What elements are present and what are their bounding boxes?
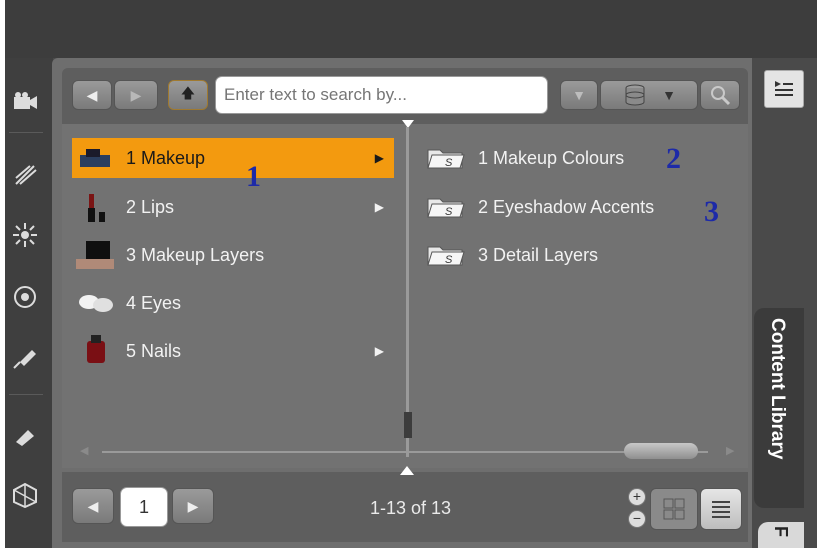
menu-list-icon [775,81,793,96]
magnifier-icon [711,86,731,106]
database-button[interactable]: ▼ [600,80,698,110]
chevron-right-icon: ▶ [374,344,384,358]
list-item[interactable]: 2 Lips ▶ [72,187,394,227]
chevron-down-icon: ▼ [662,87,676,103]
list-item-label: 1 Makeup Colours [478,147,625,168]
left-toolbar [5,58,53,548]
scroll-left-icon[interactable]: ◀ [80,444,88,457]
database-icon [625,84,645,106]
list-item-label: 4 Eyes [126,292,182,313]
camera-icon[interactable] [5,84,45,118]
forward-button[interactable]: ▶ [114,80,158,110]
item-count: 1-13 of 13 [370,498,452,518]
svg-text:S: S [445,157,453,169]
arrow-left-icon: ◀ [87,497,99,514]
arrow-up-icon: 🡅 [180,85,196,101]
zoom-out-icon[interactable]: − [628,510,646,528]
point-light-icon[interactable] [5,218,45,252]
tab-content-library[interactable]: Content Library [754,308,804,508]
primitive-icon[interactable] [5,478,45,512]
back-button[interactable]: ◀ [72,80,112,110]
list-item-label: 1 Makeup [126,147,206,168]
smart-folder-icon: S [427,149,465,169]
arrow-right-icon: ▶ [187,497,199,514]
list-item[interactable]: S 2 Eyeshadow Accents [426,187,736,227]
top-bar [5,0,817,58]
column-divider[interactable] [406,127,409,457]
horizontal-scrollbar[interactable]: ◀ ▶ [80,442,740,462]
chevron-right-icon: ▶ [374,151,384,165]
eyes-thumbnail [72,285,118,321]
tab-next[interactable]: F [758,522,804,548]
list-item-label: 2 Eyeshadow Accents [478,196,655,217]
vertical-scroll-thumb[interactable] [404,412,412,438]
environment-icon[interactable] [5,280,45,314]
splitter-up-icon[interactable] [400,466,414,475]
grid-view-icon [663,498,685,520]
prev-page-button[interactable]: ◀ [72,488,114,524]
arrow-left-icon: ◀ [86,86,98,103]
annotation-number: 2 [666,142,681,175]
spotlight-icon[interactable] [5,340,45,374]
list-item[interactable]: 5 Nails ▶ [72,331,394,371]
list-view-button[interactable] [700,488,742,530]
list-item[interactable]: 4 Eyes [72,283,394,323]
list-item-label: 3 Detail Layers [478,244,599,265]
chevron-down-icon: ▼ [572,87,586,103]
up-button[interactable]: 🡅 [168,80,208,110]
chevron-right-icon: ▶ [374,200,384,214]
nails-thumbnail [72,333,118,369]
search-input[interactable] [215,76,548,114]
list-item[interactable]: S 1 Makeup Colours [426,138,736,178]
svg-text:S: S [445,206,453,218]
list-item[interactable]: S 3 Detail Layers [426,235,736,275]
makeup-thumbnail [72,140,118,176]
next-page-button[interactable]: ▶ [172,488,214,524]
search-filter-dropdown[interactable]: ▼ [560,80,598,110]
smart-folder-icon: S [427,198,465,218]
svg-text:S: S [445,254,453,266]
list-item-label: 2 Lips [126,196,175,217]
distant-light-icon[interactable] [5,158,45,192]
tab-label: Content Library [767,318,788,460]
search-button[interactable] [700,80,740,110]
icon-view-button[interactable] [650,488,698,530]
makeup-layers-thumbnail [72,237,118,273]
node-tool-icon[interactable] [5,418,45,452]
list-item-label: 5 Nails [126,340,182,361]
tab-label: F [771,526,791,537]
annotation-number: 1 [246,160,261,193]
panel-menu-button[interactable] [764,70,804,108]
list-item-label: 3 Makeup Layers [126,244,265,265]
horizontal-scroll-thumb[interactable] [624,443,698,459]
scroll-right-icon[interactable]: ▶ [726,444,734,457]
page-number-field[interactable]: 1 [120,487,168,527]
list-item[interactable]: 1 Makeup ▶ [72,138,394,178]
zoom-in-icon[interactable]: + [628,488,646,506]
lips-thumbnail [72,189,118,225]
list-view-icon [712,501,730,518]
arrow-right-icon: ▶ [130,86,142,103]
list-item[interactable]: 3 Makeup Layers [72,235,394,275]
annotation-number: 3 [704,195,719,228]
smart-folder-icon: S [427,246,465,266]
